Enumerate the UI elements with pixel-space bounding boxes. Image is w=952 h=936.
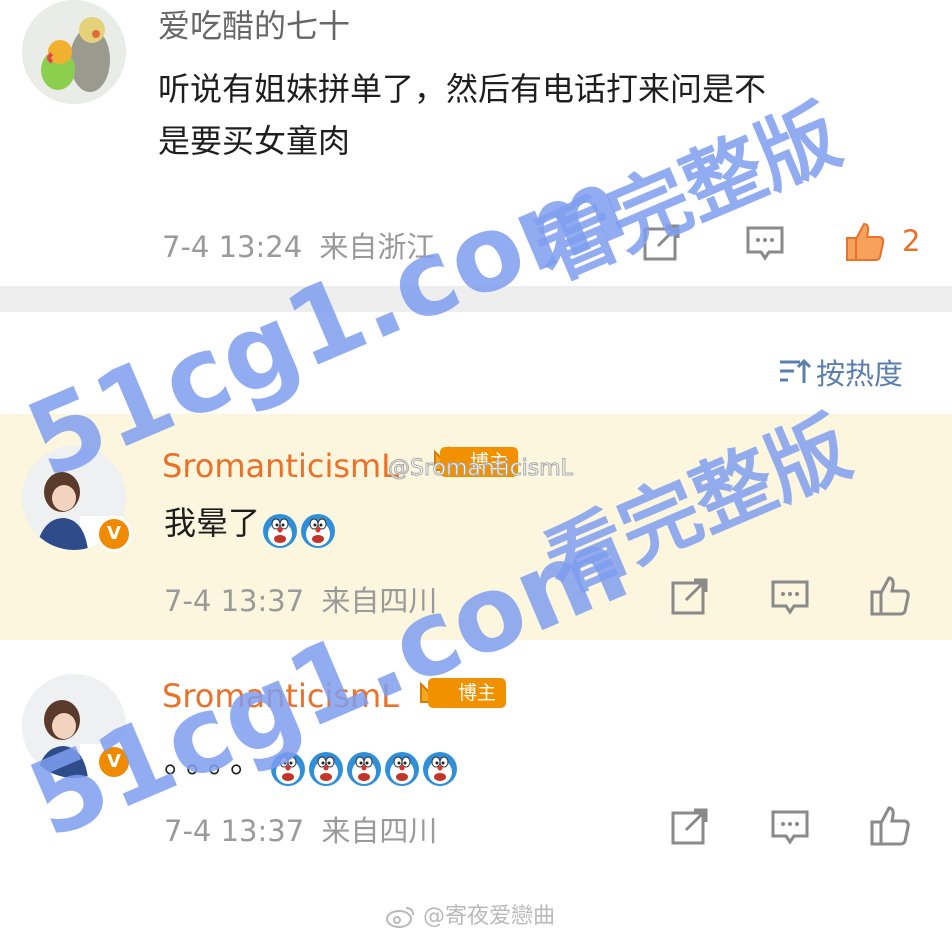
username[interactable]: 爱吃醋的七十 (158, 6, 350, 46)
doraemon-emoji-icon (422, 745, 458, 786)
avatar[interactable] (22, 0, 126, 104)
comment-text-body: 我晕了 (164, 504, 261, 542)
comment-text-line2: 是要买女童肉 (158, 122, 351, 160)
parrot-avatar-icon (22, 0, 126, 104)
like-count: 2 (902, 224, 921, 258)
repost-icon[interactable] (668, 574, 712, 618)
timestamp: 7-4 13:37 (164, 814, 305, 848)
overlay-watermark: @SromanticismL (388, 456, 574, 482)
emoji-row (260, 504, 336, 548)
weibo-logo-icon (386, 907, 414, 928)
sort-icon (780, 358, 812, 383)
repost-icon[interactable] (668, 804, 712, 848)
weibo-watermark-text: @寄夜爱戀曲 (423, 904, 556, 929)
comment-icon[interactable] (768, 574, 812, 618)
like-icon[interactable] (843, 220, 887, 264)
doraemon-emoji-icon (262, 507, 298, 548)
sort-control[interactable]: 按热度 (778, 352, 903, 392)
comment-icon[interactable] (768, 804, 812, 848)
username[interactable]: SromanticismL (162, 446, 399, 486)
doraemon-emoji-icon (384, 745, 420, 786)
comment-meta: 7-4 13:37 来自四川 (164, 808, 437, 850)
doraemon-emoji-icon (300, 507, 336, 548)
timestamp: 7-4 13:37 (164, 584, 305, 618)
doraemon-emoji-icon (346, 745, 382, 786)
verified-badge: V (96, 516, 132, 552)
comment-icon[interactable] (743, 220, 787, 264)
location: 来自四川 (321, 814, 438, 848)
weibo-watermark: @寄夜爱戀曲 (386, 898, 555, 930)
comment-text: 我晕了 (164, 492, 336, 554)
sort-label: 按热度 (816, 357, 904, 391)
timestamp: 7-4 13:24 (162, 230, 303, 264)
like-icon[interactable] (868, 804, 912, 848)
like-icon[interactable] (868, 574, 912, 618)
